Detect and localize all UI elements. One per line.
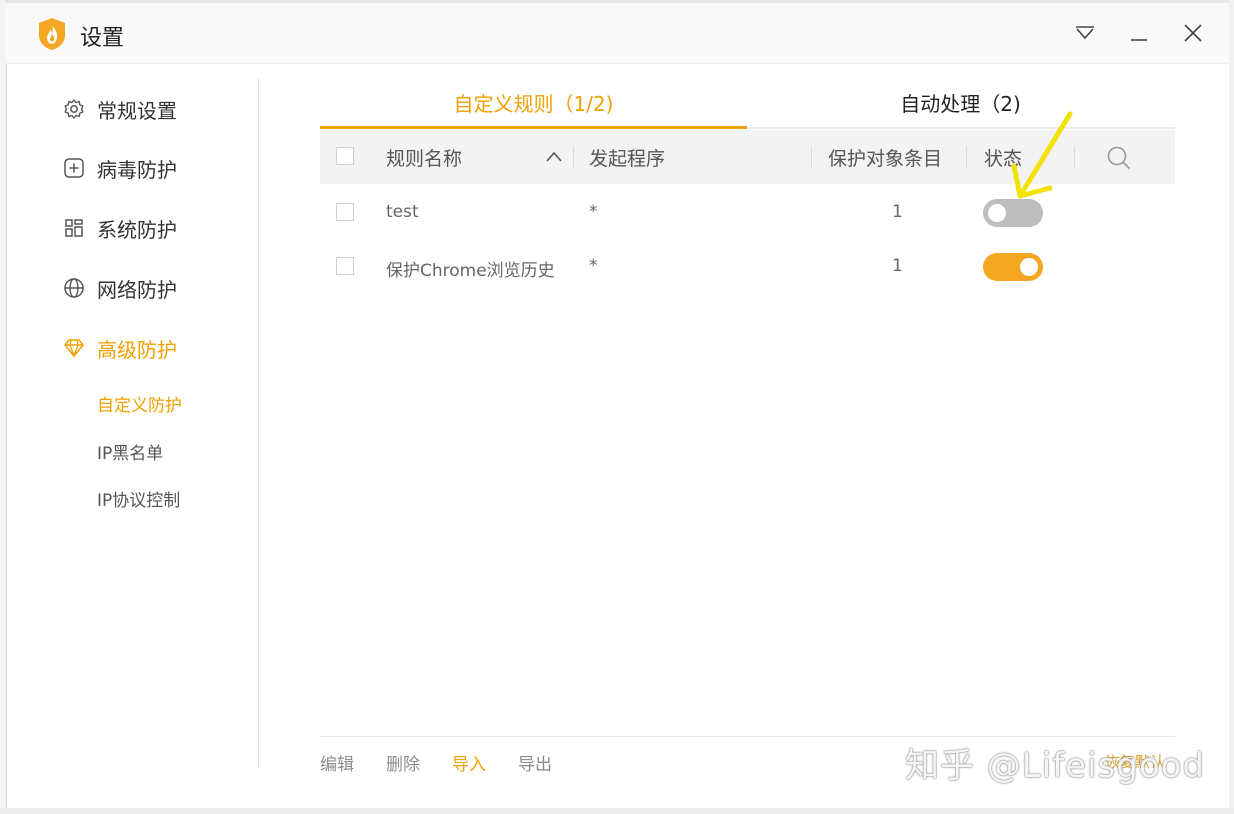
menu-dropdown-button[interactable] [1069,17,1101,49]
sidebar-item-system-protection[interactable]: 系统防护 [62,210,177,246]
subnav-item-custom-protection[interactable]: 自定义防护 [97,391,182,416]
sidebar-item-label: 网络防护 [97,277,177,302]
sidebar-item-advanced-protection[interactable]: 高级防护 [62,330,177,366]
delete-button[interactable]: 删除 [386,750,420,775]
column-header-program: 发起程序 [589,148,666,170]
gear-icon [62,97,86,121]
close-button[interactable] [1177,17,1209,49]
triangle-down-icon [1076,26,1094,40]
row-checkbox[interactable] [336,257,354,275]
globe-icon [62,276,86,300]
tab-auto-handling[interactable]: 自动处理（2) [747,88,1174,128]
window-edge-bottom [0,808,1234,814]
import-button[interactable]: 导入 [452,750,486,775]
column-divider [811,146,812,168]
sidebar-item-network-protection[interactable]: 网络防护 [62,270,177,306]
window-edge-right [1229,0,1234,814]
rule-name-cell: test [386,202,419,222]
active-tab-indicator [320,126,747,129]
sidebar-item-label: 常规设置 [97,98,177,123]
sidebar-item-label: 高级防护 [97,337,177,362]
window-title: 设置 [80,26,125,51]
rule-name-cell: 保护Chrome浏览历史 [386,261,555,281]
sort-ascending-icon[interactable] [545,150,563,164]
sidebar-item-label: 病毒防护 [97,157,177,182]
column-header-protected-items: 保护对象条目 [828,148,943,170]
sidebar-item-label: 系统防护 [97,217,177,242]
row-checkbox[interactable] [336,203,354,221]
select-all-checkbox[interactable] [336,147,354,165]
minimize-icon [1131,39,1147,41]
program-cell: * [589,256,598,276]
app-logo-icon [39,18,65,50]
sidebar-divider [258,78,259,768]
protected-count-cell: 1 [892,256,903,276]
toggle-knob [1020,258,1038,276]
protected-count-cell: 1 [892,202,903,222]
column-divider [966,146,967,168]
export-button[interactable]: 导出 [518,750,552,775]
annotation-arrow-icon [1011,111,1073,199]
subnav-item-ip-protocol-control[interactable]: IP协议控制 [97,486,180,511]
grid-icon [62,216,86,240]
title-bar: 设置 [6,3,1229,64]
tab-track [747,127,1175,129]
tab-custom-rules[interactable]: 自定义规则（1/2) [320,88,747,128]
column-header-rule-name[interactable]: 规则名称 [386,144,462,171]
column-divider [573,146,574,168]
watermark: 知乎 @Lifeisgood [905,746,1206,786]
footer-divider [320,736,1175,737]
search-icon[interactable] [1106,145,1132,171]
program-cell: * [589,202,598,222]
close-icon [1184,24,1202,42]
subnav-item-ip-blacklist[interactable]: IP黑名单 [97,439,163,464]
plus-square-icon [62,156,86,180]
sidebar-item-general-settings[interactable]: 常规设置 [62,91,177,127]
status-toggle[interactable] [983,253,1043,281]
diamond-icon [62,336,86,360]
minimize-button[interactable] [1123,17,1155,49]
sidebar-item-virus-protection[interactable]: 病毒防护 [62,150,177,186]
edit-button[interactable]: 编辑 [320,750,354,775]
